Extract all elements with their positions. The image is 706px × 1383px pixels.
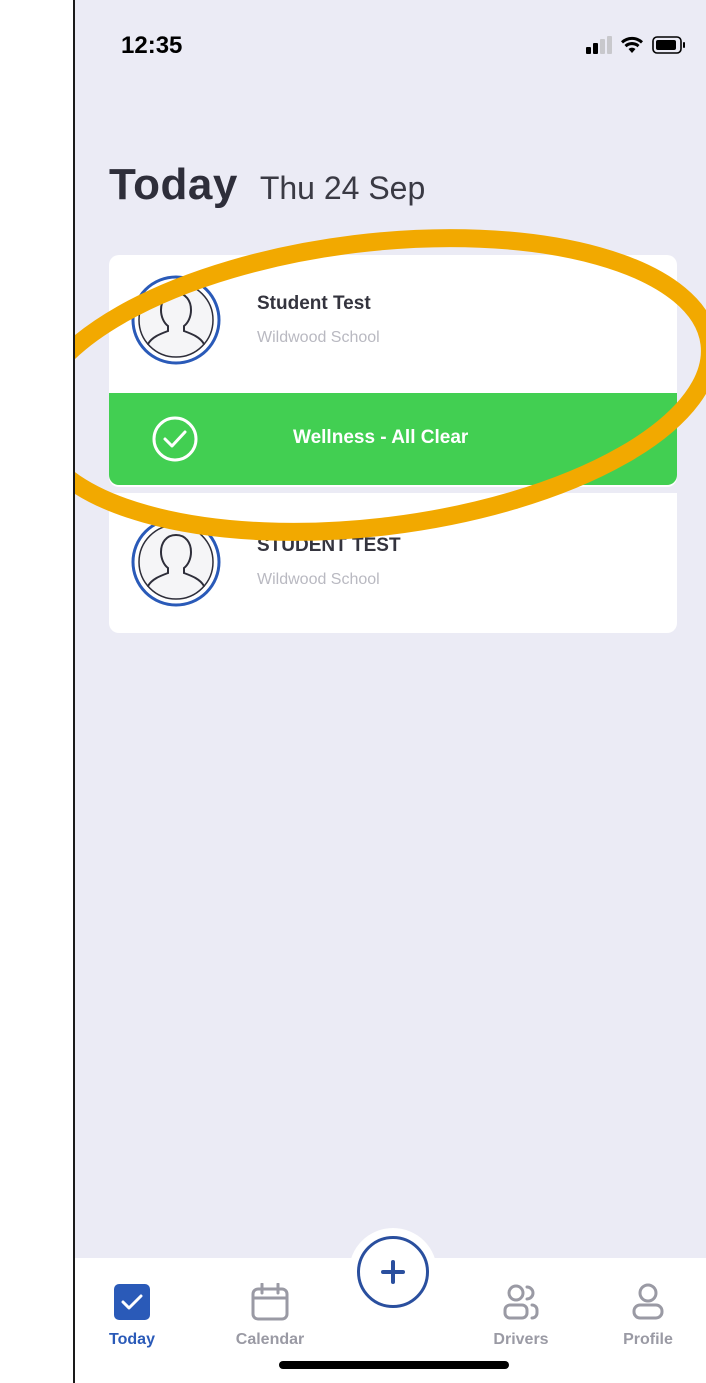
tab-label: Today bbox=[109, 1331, 155, 1348]
status-time: 12:35 bbox=[121, 32, 183, 59]
tab-today[interactable]: Today bbox=[77, 1283, 187, 1349]
add-button[interactable] bbox=[357, 1236, 429, 1308]
school-name: Wildwood School bbox=[257, 571, 380, 588]
tab-drivers[interactable]: Drivers bbox=[466, 1283, 576, 1349]
student-row: Student Test Wildwood School bbox=[131, 275, 380, 365]
status-icons bbox=[586, 36, 686, 54]
student-info: STUDENT TEST Wildwood School bbox=[257, 535, 401, 589]
avatar-icon bbox=[131, 517, 221, 607]
school-name: Wildwood School bbox=[257, 329, 380, 346]
student-card[interactable]: STUDENT TEST Wildwood School bbox=[109, 493, 677, 633]
calendar-icon bbox=[251, 1283, 289, 1321]
page-header: Today Thu 24 Sep bbox=[109, 160, 425, 210]
status-bar: 12:35 bbox=[75, 0, 706, 90]
wellness-banner[interactable]: Wellness - All Clear bbox=[109, 393, 677, 485]
wellness-status: Wellness - All Clear bbox=[293, 427, 469, 448]
add-button-container bbox=[349, 1228, 437, 1316]
tab-calendar[interactable]: Calendar bbox=[215, 1283, 325, 1349]
home-indicator bbox=[279, 1361, 509, 1369]
tab-label: Drivers bbox=[493, 1331, 549, 1348]
student-card-list: Student Test Wildwood School Wellness - … bbox=[109, 255, 677, 633]
student-info: Student Test Wildwood School bbox=[257, 293, 380, 347]
battery-icon bbox=[652, 36, 685, 54]
student-row: STUDENT TEST Wildwood School bbox=[131, 517, 401, 607]
tab-label: Profile bbox=[623, 1331, 673, 1348]
wifi-icon bbox=[621, 36, 643, 53]
plus-icon bbox=[381, 1260, 405, 1284]
page-date: Thu 24 Sep bbox=[259, 170, 426, 206]
page-title: Today bbox=[109, 160, 238, 209]
avatar-icon bbox=[131, 275, 221, 365]
profile-icon bbox=[632, 1283, 664, 1320]
tab-label: Calendar bbox=[235, 1331, 305, 1348]
drivers-icon bbox=[503, 1284, 539, 1320]
phone-screen: 12:35 Today Thu 24 Sep Student Test Wild… bbox=[73, 0, 706, 1383]
checkbox-icon bbox=[114, 1284, 150, 1320]
check-circle-icon bbox=[152, 416, 198, 462]
student-card[interactable]: Student Test Wildwood School Wellness - … bbox=[109, 255, 677, 487]
signal-icon bbox=[586, 36, 612, 54]
student-name: STUDENT TEST bbox=[257, 535, 401, 556]
student-name: Student Test bbox=[257, 293, 371, 314]
tab-profile[interactable]: Profile bbox=[593, 1283, 703, 1349]
